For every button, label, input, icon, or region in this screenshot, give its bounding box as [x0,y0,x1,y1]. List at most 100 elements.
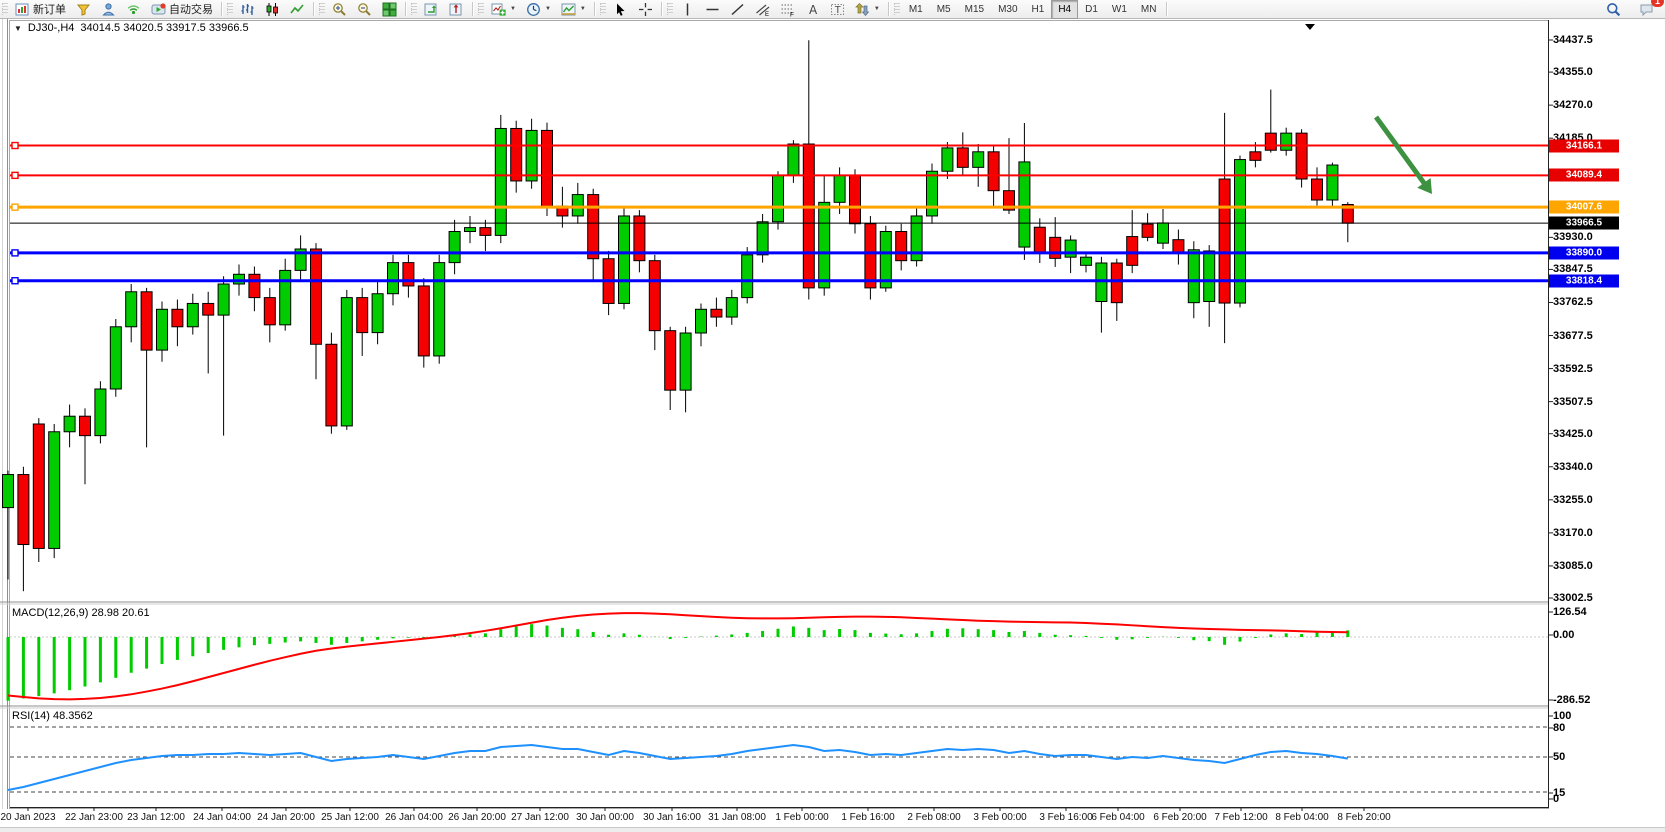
macd-signal-line[interactable] [8,613,1348,699]
time-axis-label[interactable]: 23 Jan 12:00 [127,812,185,823]
dropdown-caret-icon[interactable]: ▼ [580,6,586,12]
vertical-line-button[interactable] [675,0,700,19]
candle-body-down[interactable] [1034,227,1045,252]
time-axis-label[interactable]: 6 Feb 20:00 [1153,812,1206,823]
candle-body-down[interactable] [1296,133,1307,179]
timeframe-button-W1[interactable]: W1 [1105,0,1134,19]
time-axis-label[interactable]: 24 Jan 04:00 [193,812,251,823]
time-axis-label[interactable]: 7 Feb 12:00 [1214,812,1267,823]
candle-body-up[interactable] [388,263,399,294]
candle-body-up[interactable] [819,202,830,288]
candle-body-down[interactable] [418,286,429,356]
candle-body-down[interactable] [957,148,968,167]
candle-body-down[interactable] [1127,237,1138,266]
candle-body-up[interactable] [1188,250,1199,303]
candle-body-up[interactable] [64,416,75,432]
line-anchor[interactable] [12,143,18,149]
candle-body-up[interactable] [680,333,691,390]
arrows-button[interactable]: ▼ [850,0,885,19]
candle-body-up[interactable] [742,255,753,298]
time-axis-label[interactable]: 1 Feb 00:00 [775,812,828,823]
candle-body-up[interactable] [942,148,953,171]
candle-body-down[interactable] [480,228,491,236]
time-axis-label[interactable]: 3 Feb 16:00 [1039,812,1092,823]
candle-body-up[interactable] [788,144,799,175]
auto-arrange-button[interactable] [419,0,444,19]
candle-body-up[interactable] [696,309,707,333]
horizontal-line-button[interactable] [700,0,725,19]
signals-button[interactable] [121,0,146,19]
candle-body-down[interactable] [511,128,522,180]
line-anchor[interactable] [12,204,18,210]
line-chart-button[interactable] [285,0,310,19]
candle-body-up[interactable] [572,195,583,216]
time-axis-label[interactable]: 3 Feb 00:00 [973,812,1026,823]
time-axis-label[interactable]: 20 Jan 2023 [0,812,55,823]
timeframe-button-M30[interactable]: M30 [991,0,1024,19]
candle-body-down[interactable] [357,298,368,333]
candle-body-up[interactable] [49,432,60,549]
candle-body-up[interactable] [157,309,168,350]
time-axis-label[interactable]: 6 Feb 04:00 [1091,812,1144,823]
candle-body-down[interactable] [649,261,660,331]
line-anchor[interactable] [12,250,18,256]
rsi-line[interactable] [8,745,1348,790]
candle-body-down[interactable] [172,309,183,326]
candle-body-up[interactable] [1327,165,1338,200]
time-axis-label[interactable]: 27 Jan 12:00 [511,812,569,823]
line-anchor[interactable] [12,278,18,284]
candle-body-up[interactable] [280,270,291,324]
cursor-button[interactable] [608,0,633,19]
candle-body-down[interactable] [1265,133,1276,150]
candle-body-up[interactable] [526,130,537,181]
candle-body-down[interactable] [18,475,29,545]
period-button[interactable]: ▼ [521,0,556,19]
time-axis-label[interactable]: 2 Feb 08:00 [907,812,960,823]
timeframe-button-H4[interactable]: H4 [1051,0,1078,19]
candle-body-down[interactable] [588,195,599,259]
candle-body-up[interactable] [1204,251,1215,302]
candle-body-up[interactable] [1065,240,1076,257]
time-axis-label[interactable]: 26 Jan 04:00 [385,812,443,823]
candle-body-down[interactable] [1250,152,1261,161]
candle-body-down[interactable] [665,331,676,390]
candle-body-up[interactable] [372,294,383,333]
zoom-in-button[interactable] [327,0,352,19]
candle-body-down[interactable] [326,344,337,426]
chart-canvas[interactable] [0,19,1665,827]
candle-body-down[interactable] [1111,263,1122,303]
candle-body-down[interactable] [850,175,861,224]
timeframe-button-M15[interactable]: M15 [958,0,991,19]
candle-body-down[interactable] [803,144,814,288]
add-indicator-button[interactable]: ▼ [486,0,521,19]
candle-body-down[interactable] [865,224,876,288]
candle-body-down[interactable] [141,292,152,350]
candle-body-down[interactable] [80,416,91,435]
marketwatch-button[interactable] [71,0,96,19]
candle-body-up[interactable] [465,228,476,232]
candle-body-up[interactable] [95,389,106,436]
time-axis-label[interactable]: 22 Jan 23:00 [65,812,123,823]
time-axis-label[interactable]: 25 Jan 12:00 [321,812,379,823]
candle-body-down[interactable] [33,424,44,548]
time-axis-label[interactable]: 26 Jan 20:00 [448,812,506,823]
candle-body-down[interactable] [1312,179,1323,200]
candle-body-up[interactable] [449,232,460,263]
zoom-out-button[interactable] [352,0,377,19]
candle-body-up[interactable] [218,284,229,315]
time-axis-label[interactable]: 8 Feb 20:00 [1337,812,1390,823]
candle-body-up[interactable] [495,128,506,235]
candle-body-up[interactable] [110,327,121,389]
timeframe-button-MN[interactable]: MN [1134,0,1164,19]
timeframe-button-D1[interactable]: D1 [1078,0,1105,19]
fibonacci-button[interactable]: F [775,0,800,19]
time-axis-label[interactable]: 30 Jan 00:00 [576,812,634,823]
candle-body-down[interactable] [988,152,999,191]
tile-windows-button[interactable] [377,0,402,19]
timeframe-button-M1[interactable]: M1 [902,0,930,19]
time-axis-label[interactable]: 24 Jan 20:00 [257,812,315,823]
candle-body-up[interactable] [834,175,845,202]
chart-collapse-icon[interactable]: ▼ [14,24,22,33]
dropdown-caret-icon[interactable]: ▼ [510,6,516,12]
candle-body-down[interactable] [1173,240,1184,252]
